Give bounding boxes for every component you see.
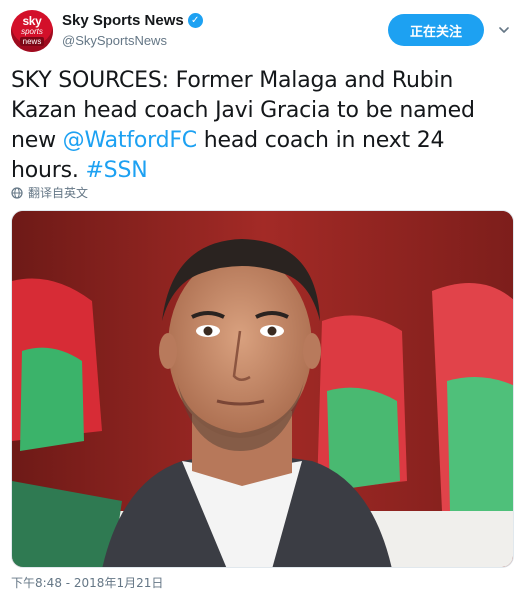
following-button[interactable]: 正在关注 [388,14,484,46]
hashtag-link[interactable]: #SSN [85,158,147,183]
tweet-text: SKY SOURCES: Former Malaga and Rubin Kaz… [11,66,511,186]
mention-link[interactable]: @WatfordFC [63,128,198,153]
translate-label: 翻译自英文 [28,186,89,200]
coach-photo-illustration [12,211,513,567]
verified-badge-icon: ✓ [187,13,203,28]
avatar-logo-sports: sports [21,27,43,36]
avatar-logo-news: news [19,37,45,46]
tweet-card: sky sports news Sky Sports News ✓ @SkySp… [0,0,519,593]
account-name-row[interactable]: Sky Sports News ✓ [62,12,203,29]
avatar-logo-sky: sky [22,14,42,28]
avatar[interactable]: sky sports news [11,10,53,52]
tweet-timestamp[interactable]: 下午8:48 - 2018年1月21日 [11,574,163,591]
globe-icon [11,186,23,199]
translate-link[interactable]: 翻译自英文 [11,184,88,201]
chevron-down-icon[interactable] [498,24,510,36]
tweet-photo[interactable] [11,210,514,568]
display-name[interactable]: Sky Sports News [62,12,184,29]
account-handle[interactable]: @SkySportsNews [62,33,167,48]
